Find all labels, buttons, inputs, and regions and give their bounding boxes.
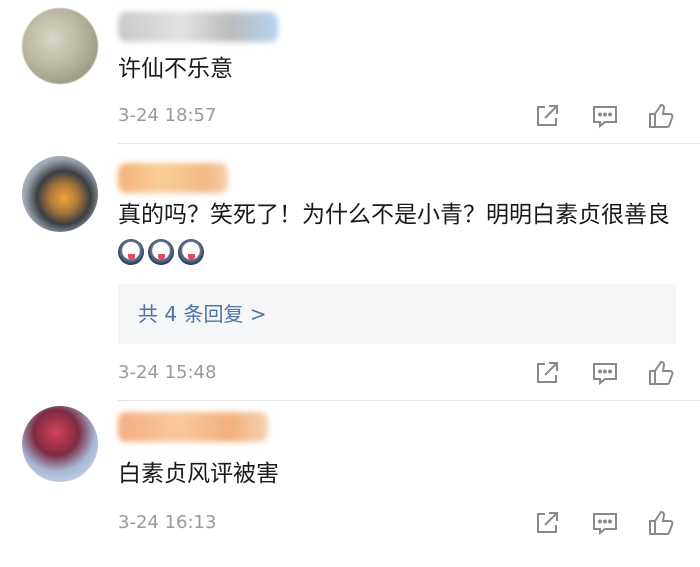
comment-actions — [532, 508, 682, 538]
comment-actions — [532, 358, 682, 388]
panda-face-emoji — [118, 239, 144, 265]
avatar[interactable] — [22, 156, 98, 232]
comment-timestamp: 3-24 16:13 — [118, 512, 217, 533]
thumbs-up-icon[interactable] — [646, 358, 676, 388]
comment-timestamp: 3-24 15:48 — [118, 362, 217, 383]
divider — [118, 400, 700, 401]
share-icon[interactable] — [532, 508, 562, 538]
username-blurred[interactable] — [118, 12, 278, 42]
comment-text: 许仙不乐意 — [118, 56, 233, 82]
comment-text-block: 真的吗？笑死了！为什么不是小青？明明白素贞很善良 — [118, 196, 678, 272]
panda-face-emoji — [148, 239, 174, 265]
replies-box[interactable]: 共 4 条回复 > — [118, 284, 676, 344]
view-replies-link[interactable]: 共 4 条回复 > — [138, 300, 267, 328]
divider — [118, 143, 700, 144]
comment-icon[interactable] — [590, 508, 620, 538]
panda-face-emoji — [178, 239, 204, 265]
comment-text: 真的吗？笑死了！为什么不是小青？明明白素贞很善良 — [118, 202, 670, 228]
thumbs-up-icon[interactable] — [646, 101, 676, 131]
comment-icon[interactable] — [590, 358, 620, 388]
comment-timestamp: 3-24 18:57 — [118, 105, 217, 126]
username-blurred[interactable] — [118, 412, 268, 442]
thumbs-up-icon[interactable] — [646, 508, 676, 538]
comment-text: 白素贞风评被害 — [118, 461, 279, 487]
share-icon[interactable] — [532, 101, 562, 131]
emoji-group — [118, 234, 208, 272]
username-blurred[interactable] — [118, 163, 228, 193]
avatar[interactable] — [22, 406, 98, 482]
comment-icon[interactable] — [590, 101, 620, 131]
avatar[interactable] — [22, 8, 98, 84]
share-icon[interactable] — [532, 358, 562, 388]
comment-actions — [532, 101, 682, 131]
